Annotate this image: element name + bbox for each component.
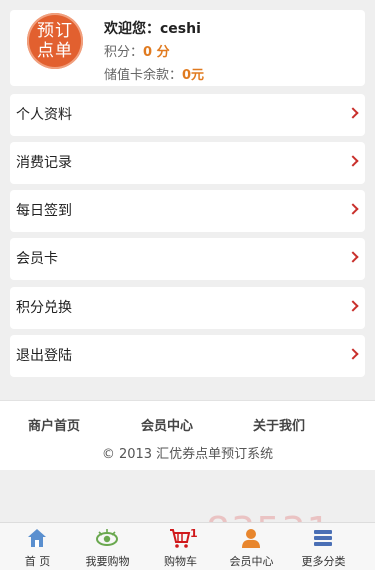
tab-member-center[interactable]: 会员中心	[214, 523, 289, 570]
footer-link-shop-home[interactable]: 商户首页	[28, 415, 80, 434]
balance-label: 储值卡余款：	[104, 68, 183, 83]
chevron-right-icon	[347, 107, 359, 119]
menu-item-logout[interactable]: 退出登陆	[10, 335, 365, 377]
user-icon	[242, 529, 260, 548]
profile-card: 预订 点单 欢迎您：ceshi 积分：0 分 储值卡余款：0元	[10, 10, 365, 86]
points-row: 积分：0 分	[104, 41, 170, 60]
tab-home[interactable]: 首 页	[0, 523, 75, 570]
menu-item-checkin[interactable]: 每日签到	[10, 190, 365, 232]
points-value: 0 分	[143, 45, 170, 60]
chevron-right-icon	[347, 203, 359, 215]
list-icon	[314, 530, 332, 546]
chevron-right-icon	[347, 155, 359, 167]
tab-more-categories[interactable]: 更多分类	[286, 523, 361, 570]
chevron-right-icon	[347, 251, 359, 263]
menu-item-label: 退出登陆	[16, 348, 72, 364]
chevron-right-icon	[347, 300, 359, 312]
menu-item-label: 消费记录	[16, 155, 72, 171]
menu-item-points-exchange[interactable]: 积分兑换	[10, 287, 365, 329]
copyright-text: © 2013 汇优券点单预订系统	[101, 447, 274, 462]
tab-label: 首 页	[24, 555, 51, 568]
tab-label: 更多分类	[301, 555, 346, 568]
welcome-prefix: 欢迎您：	[104, 21, 160, 37]
menu-item-member-card[interactable]: 会员卡	[10, 238, 365, 280]
logo-text-line1: 预订	[37, 21, 73, 41]
page-footer: 商户首页 会员中心 关于我们 © 2013 汇优券点单预订系统	[0, 400, 375, 470]
home-icon	[28, 529, 46, 547]
balance-row: 储值卡余款：0元	[104, 64, 204, 83]
balance-value: 0元	[182, 68, 205, 83]
logo-text-line2: 点单	[37, 41, 73, 61]
tab-label: 会员中心	[229, 555, 274, 568]
username: ceshi	[160, 21, 201, 37]
footer-link-member-center[interactable]: 会员中心	[141, 415, 193, 434]
chevron-right-icon	[347, 348, 359, 360]
shop-logo: 预订 点单	[27, 13, 83, 69]
menu-item-consumption[interactable]: 消费记录	[10, 142, 365, 184]
tab-cart[interactable]: 1 购物车	[143, 523, 218, 570]
eye-icon	[96, 529, 118, 546]
tab-label: 购物车	[164, 555, 197, 568]
bottom-tab-bar: 首 页 我要购物 1 购物车 会员中心 更多分类	[0, 522, 375, 570]
footer-link-about-us[interactable]: 关于我们	[253, 415, 305, 434]
menu-item-label: 个人资料	[16, 107, 72, 123]
cart-icon	[170, 529, 191, 548]
menu-item-label: 会员卡	[16, 251, 58, 267]
points-label: 积分：	[104, 45, 144, 60]
welcome-text: 欢迎您：ceshi	[104, 18, 201, 38]
menu-item-label: 积分兑换	[16, 300, 72, 316]
menu-item-profile[interactable]: 个人资料	[10, 94, 365, 136]
cart-count-badge: 1	[190, 527, 198, 540]
tab-label: 我要购物	[85, 555, 130, 568]
tab-shopping[interactable]: 我要购物	[70, 523, 145, 570]
menu-item-label: 每日签到	[16, 203, 72, 219]
